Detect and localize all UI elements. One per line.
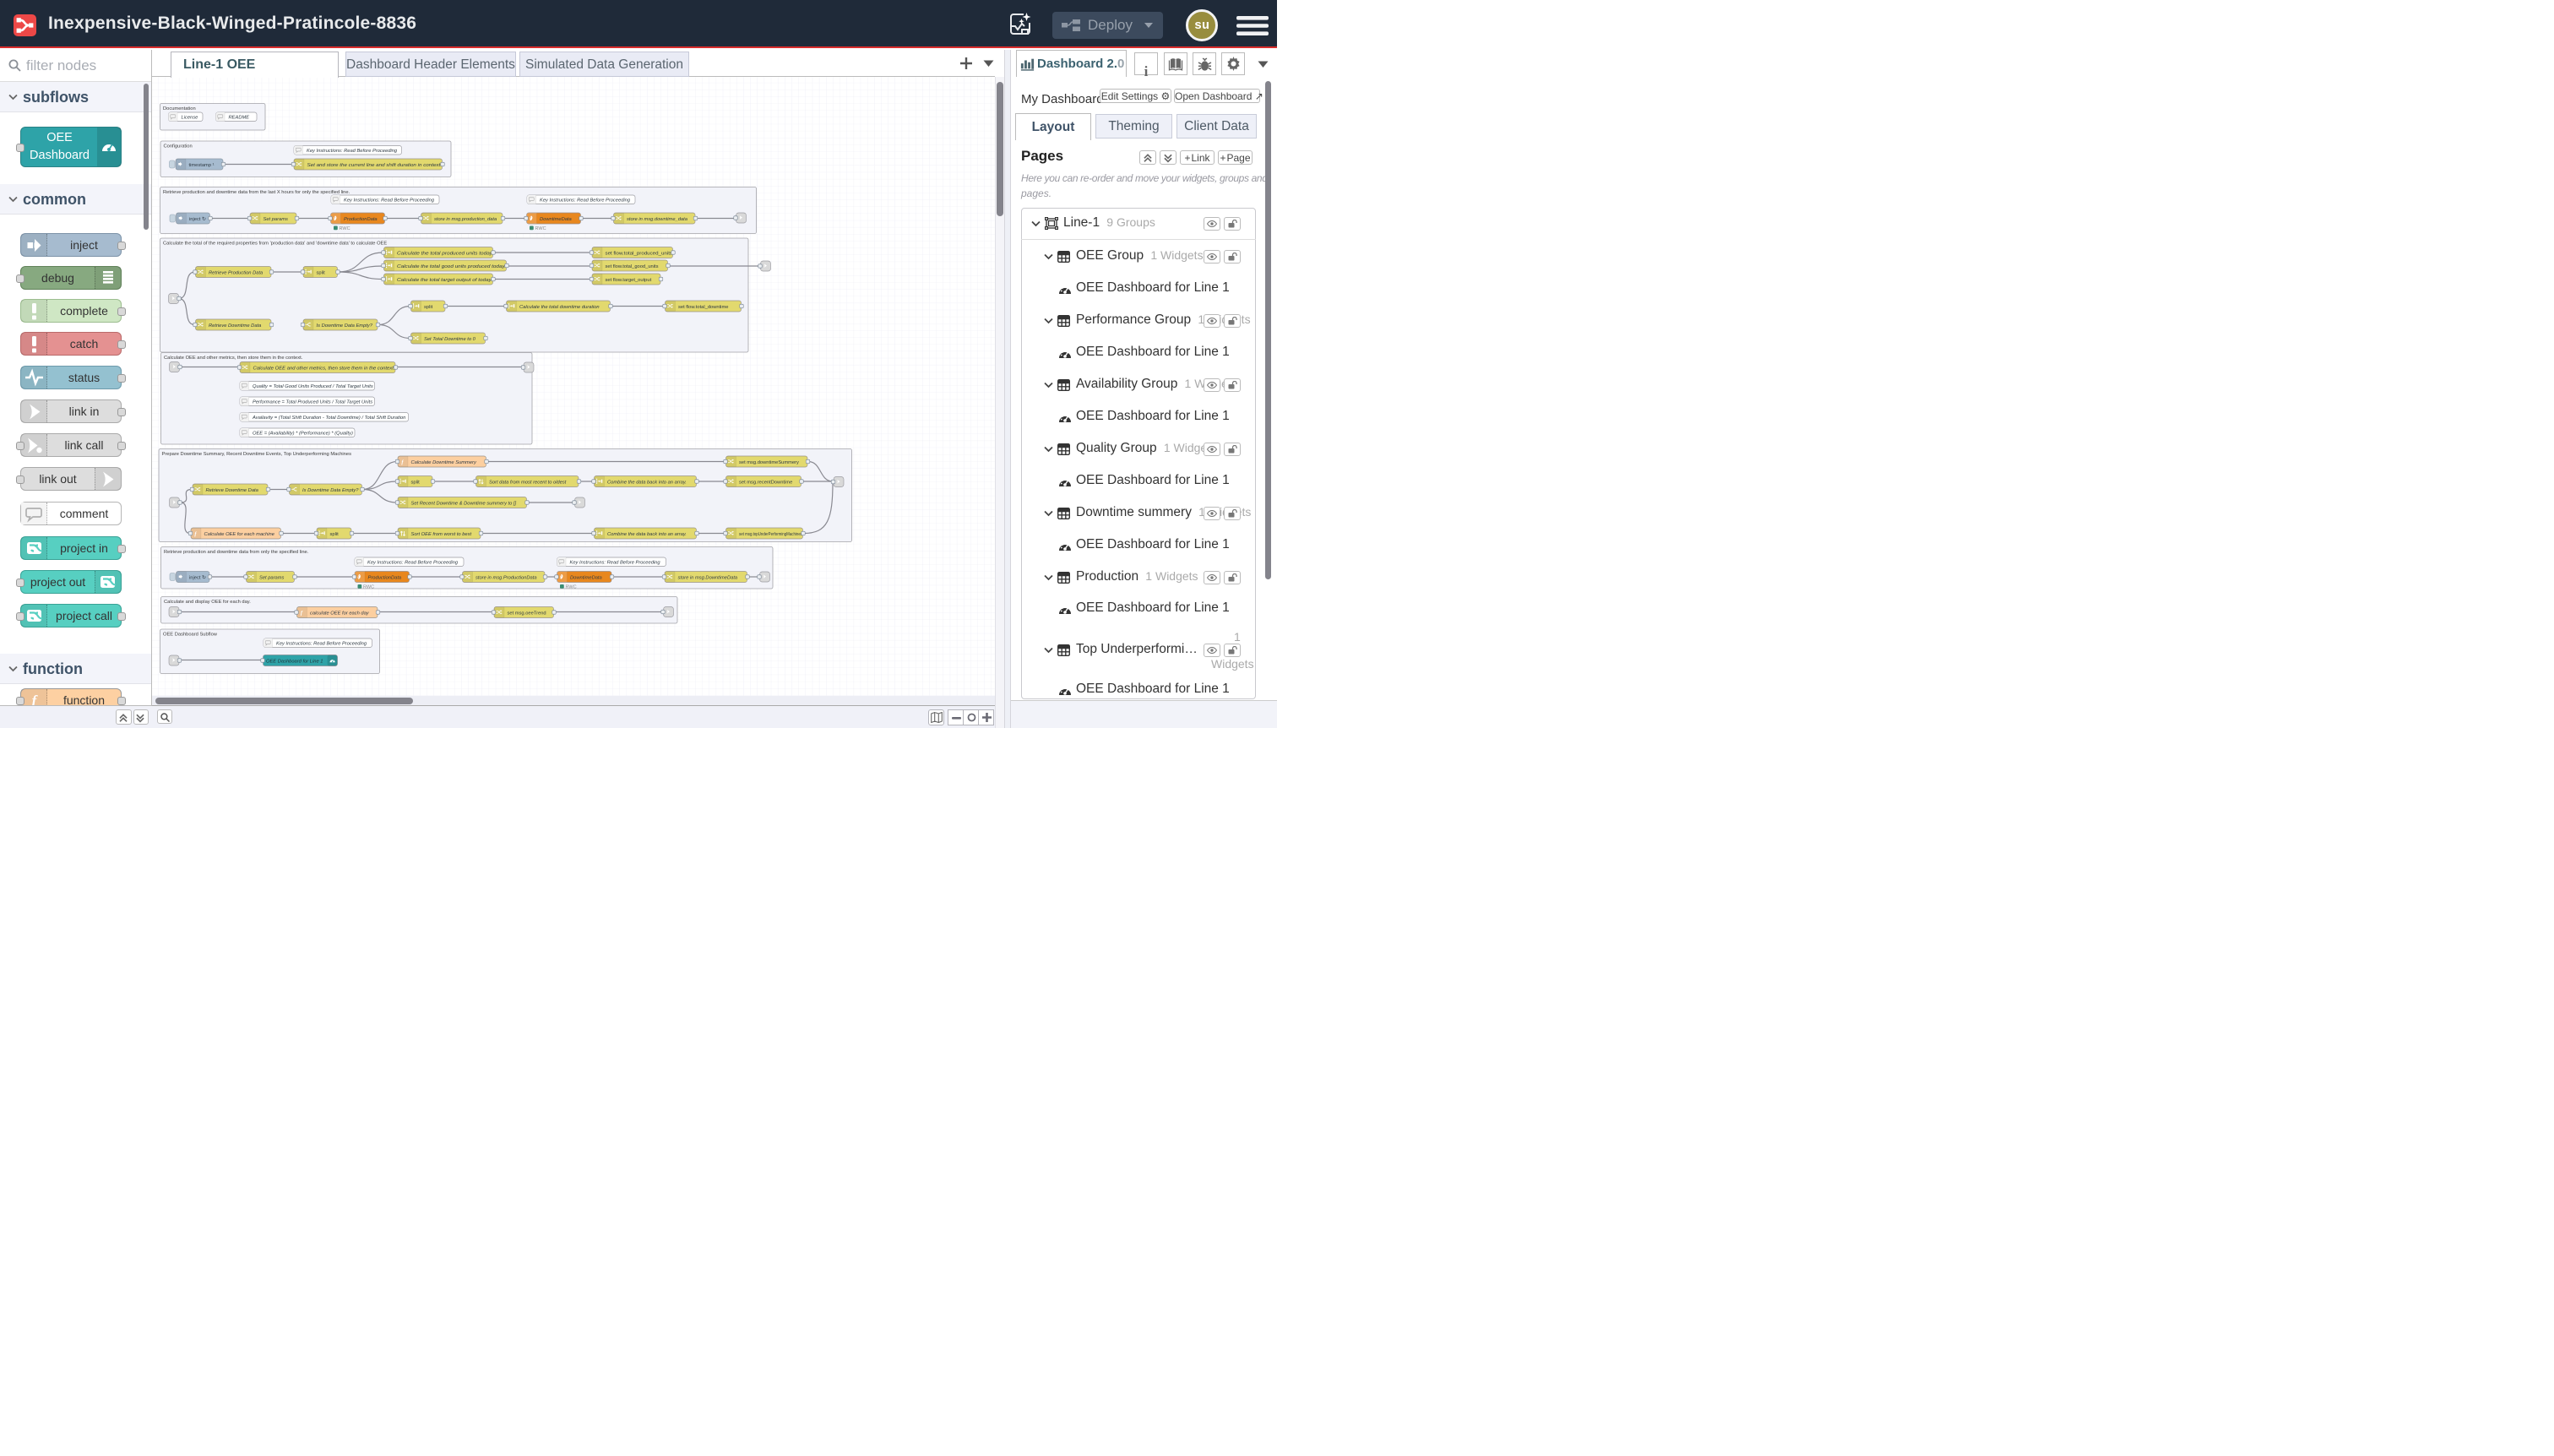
svg-text:Calculate the total produced u: Calculate the total produced units today [397, 251, 493, 256]
svg-text:Quality = Total Good Units Pro: Quality = Total Good Units Produced / To… [253, 384, 373, 389]
svg-text:Key Instructions: Read Before: Key Instructions: Read Before Proceeding [344, 198, 435, 204]
svg-text:Calculate OEE and other metric: Calculate OEE and other metrics, then st… [164, 356, 303, 361]
svg-text:Calculate Downtime Summery: Calculate Downtime Summery [411, 460, 477, 465]
svg-text:inject ↻: inject ↻ [189, 216, 206, 222]
svg-text:inject ↻: inject ↻ [189, 574, 206, 580]
svg-text:Calculate the total downtime d: Calculate the total downtime duration [519, 305, 600, 310]
svg-text:calculate OEE for each day: calculate OEE for each day [310, 611, 370, 616]
svg-text:split: split [317, 270, 326, 275]
svg-text:store in msg.ProductionData: store in msg.ProductionData [475, 575, 537, 580]
svg-text:Set and store the current line: Set and store the current line and shift… [307, 163, 443, 168]
svg-text:set flow.total_produced_units: set flow.total_produced_units [606, 251, 673, 256]
svg-text:Set params: Set params [259, 575, 285, 580]
svg-text:set msg.topUnderPerformingMach: set msg.topUnderPerformingMachines [739, 532, 802, 537]
svg-text:Calculate the total target out: Calculate the total target output of tod… [397, 278, 492, 283]
svg-text:Set params: Set params [264, 217, 289, 222]
svg-text:store in msg.production_data: store in msg.production_data [434, 217, 497, 222]
svg-text:Is Downtime Data Empty?: Is Downtime Data Empty? [317, 323, 373, 329]
svg-text:Key Instructions: Read Before: Key Instructions: Read Before Proceeding [570, 561, 661, 566]
svg-text:Prepare Downtime Summary, Rece: Prepare Downtime Summary, Recent Downtim… [162, 452, 352, 457]
svg-text:DowntimeData: DowntimeData [540, 217, 572, 222]
svg-text:Combine the data back into an: Combine the data back into an array. [607, 532, 687, 537]
svg-text:Sort data from most recent to: Sort data from most recent to oldest [489, 480, 567, 485]
svg-text:RWC: RWC [363, 585, 374, 590]
svg-text:Retrieve production and downti: Retrieve production and downtime data fr… [164, 550, 309, 555]
svg-text:Retrieve Downtime Data: Retrieve Downtime Data [209, 323, 261, 329]
svg-text:Calculate and display OEE for: Calculate and display OEE for each day. [164, 600, 251, 605]
svg-text:Calculate the total good units: Calculate the total good units produced … [397, 264, 506, 269]
svg-text:RWC: RWC [340, 226, 350, 231]
svg-text:set msg.recentDowntime: set msg.recentDowntime [739, 480, 792, 485]
svg-text:Set Recent Downtime & Downtime: Set Recent Downtime & Downtime summery t… [411, 501, 517, 506]
svg-text:Key Instructions: Read Before: Key Instructions: Read Before Proceeding [276, 642, 367, 647]
svg-text:store in msg.DowntimeData: store in msg.DowntimeData [678, 575, 738, 580]
svg-text:Key Instructions: Read Before: Key Instructions: Read Before Proceeding [307, 149, 398, 154]
svg-text:Retrieve production and downti: Retrieve production and downtime data fr… [163, 190, 350, 195]
svg-text:ProductionData: ProductionData [368, 575, 402, 580]
svg-text:set flow.total_downtime: set flow.total_downtime [678, 305, 728, 310]
svg-text:License: License [182, 116, 198, 121]
svg-text:Calculate the total of the req: Calculate the total of the required prop… [163, 242, 387, 247]
svg-text:RWC: RWC [566, 585, 577, 590]
svg-text:split: split [330, 532, 340, 537]
svg-text:Availavity = (Total Shift Dura: Availavity = (Total Shift Duration - Tot… [252, 416, 405, 421]
svg-text:README: README [229, 116, 250, 121]
svg-text:timestamp ¹: timestamp ¹ [189, 163, 215, 168]
svg-text:Key Instructions: Read Before: Key Instructions: Read Before Proceeding [367, 561, 459, 566]
svg-text:Combine the data back into an: Combine the data back into an array. [607, 480, 687, 485]
svg-text:OEE Dashboard Subflow: OEE Dashboard Subflow [163, 633, 218, 638]
svg-text:Calculate OEE for each machine: Calculate OEE for each machine [204, 532, 274, 537]
svg-text:store in msg.downtime_data: store in msg.downtime_data [627, 217, 687, 222]
svg-text:Retrieve Downtime Data: Retrieve Downtime Data [206, 488, 258, 493]
svg-text:set flow.target_output: set flow.target_output [606, 278, 652, 283]
svg-text:set flow.total_good_units: set flow.total_good_units [606, 264, 659, 269]
svg-text:set msg.oeeTrend: set msg.oeeTrend [508, 611, 546, 616]
svg-text:split: split [424, 305, 433, 310]
svg-text:ProductionData: ProductionData [344, 217, 378, 222]
svg-text:Performance = Total Produced U: Performance = Total Produced Units / Tot… [253, 400, 372, 405]
svg-text:DowntimeData: DowntimeData [570, 575, 602, 580]
svg-text:OEE = (Availability) * (Perfor: OEE = (Availability) * (Performance) * (… [253, 432, 353, 437]
svg-text:Calculate OEE and other metric: Calculate OEE and other metrics, then st… [253, 366, 395, 371]
svg-text:Configuration: Configuration [164, 144, 193, 149]
svg-text:split: split [411, 480, 421, 485]
svg-text:OEE Dashboard for Line 1: OEE Dashboard for Line 1 [266, 659, 323, 664]
svg-text:Is Downtime Data Empty?: Is Downtime Data Empty? [302, 488, 359, 493]
svg-text:Sort OEE from worst to best: Sort OEE from worst to best [411, 532, 472, 537]
svg-text:Key Instructions: Read Before: Key Instructions: Read Before Proceeding [540, 198, 631, 204]
svg-text:Retrieve Production Data: Retrieve Production Data [209, 270, 263, 275]
svg-text:Set Total Downtime to 0: Set Total Downtime to 0 [424, 337, 476, 342]
svg-text:Documentation: Documentation [163, 106, 196, 111]
svg-text:set msg.downtimeSummery: set msg.downtimeSummery [739, 460, 799, 465]
svg-text:RWC: RWC [535, 226, 546, 231]
